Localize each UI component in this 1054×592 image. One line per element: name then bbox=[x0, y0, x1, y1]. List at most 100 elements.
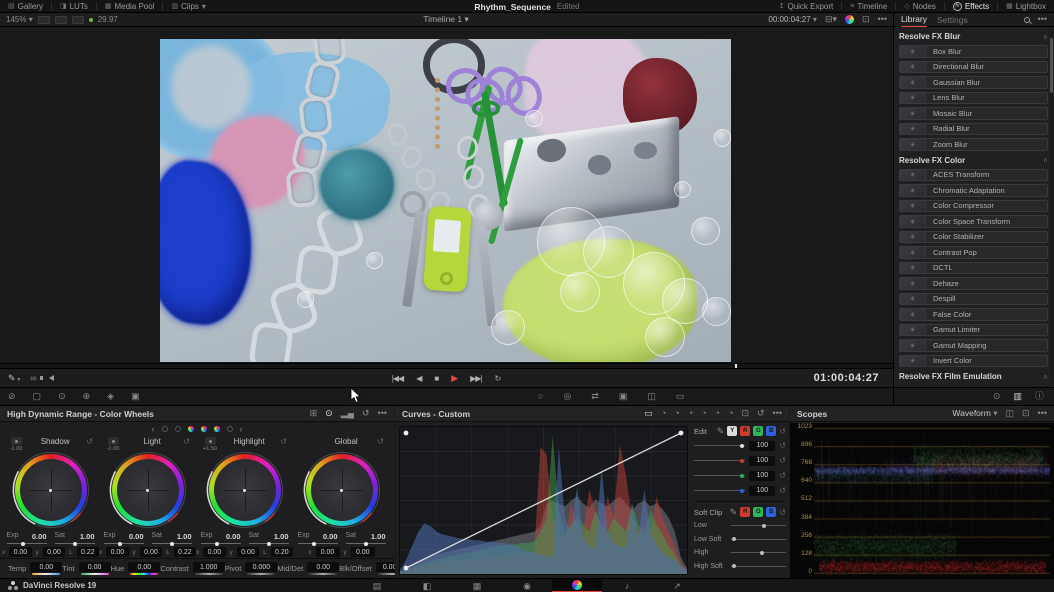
slider-handle[interactable] bbox=[740, 444, 744, 448]
stop-icon[interactable]: ■ bbox=[434, 374, 438, 383]
fx-item-aces-transform[interactable]: ◈ACES Transform bbox=[899, 169, 1048, 182]
fx-item-color-stabilizer[interactable]: ◈Color Stabilizer bbox=[899, 231, 1048, 244]
eye-icon[interactable]: ⊙ bbox=[993, 392, 1001, 401]
viewer-mode-button-3[interactable] bbox=[72, 16, 84, 24]
fx-item-gaussian-blur[interactable]: ◈Gaussian Blur bbox=[899, 76, 1048, 89]
sat-control[interactable]: Sat1.00 bbox=[55, 532, 95, 544]
fx-item-gamut-limiter[interactable]: ◈Gamut Limiter bbox=[899, 324, 1048, 337]
curve-sat-sat-icon[interactable]: ◔ bbox=[715, 409, 720, 418]
fx-item-radial-blur[interactable]: ◈Radial Blur bbox=[899, 123, 1048, 136]
letterbox-icon[interactable]: ▭ bbox=[676, 392, 685, 401]
slider-track[interactable] bbox=[694, 475, 745, 476]
wheels-prev-icon[interactable]: ‹ bbox=[152, 425, 155, 434]
slider-track[interactable] bbox=[731, 539, 786, 540]
library-scrollbar-thumb[interactable] bbox=[1050, 38, 1053, 93]
stills-icon[interactable]: ▣ bbox=[131, 392, 140, 401]
slider-handle[interactable] bbox=[170, 542, 174, 546]
wheel-reset-icon[interactable]: ↺ bbox=[86, 437, 93, 446]
top-button-gallery[interactable]: ▤Gallery bbox=[0, 0, 51, 12]
fx-item-gamut-mapping[interactable]: ◈Gamut Mapping bbox=[899, 339, 1048, 352]
viewer-options-icon[interactable]: ••• bbox=[878, 15, 887, 24]
slider-track[interactable] bbox=[694, 445, 745, 446]
wheel-reset-icon[interactable]: ↺ bbox=[377, 437, 384, 446]
slider-value-field[interactable]: 100 bbox=[749, 456, 775, 466]
hdr-options-icon[interactable]: ••• bbox=[378, 409, 387, 418]
y-value-field[interactable]: 0.00 bbox=[43, 547, 65, 557]
scope-expand-icon[interactable]: ⊡ bbox=[1022, 409, 1030, 418]
global-value-field[interactable]: 0.00 bbox=[30, 562, 62, 572]
library-section-header[interactable]: Resolve FX Film Emulation∧ bbox=[899, 370, 1048, 383]
tab-library[interactable]: Library bbox=[901, 12, 927, 28]
fx-item-lens-blur[interactable]: ◈Lens Blur bbox=[899, 92, 1048, 105]
wheel-center-handle[interactable] bbox=[49, 489, 52, 492]
step-back-icon[interactable]: ◀ bbox=[416, 374, 421, 383]
slider-track[interactable] bbox=[731, 566, 786, 567]
sat-control[interactable]: Sat1.00 bbox=[346, 532, 386, 544]
slider-handle[interactable] bbox=[312, 542, 316, 546]
tab-settings[interactable]: Settings bbox=[937, 13, 968, 27]
fx-item-directional-blur[interactable]: ◈Directional Blur bbox=[899, 61, 1048, 74]
exp-control[interactable]: Exp0.00 bbox=[298, 532, 338, 544]
top-button-nodes[interactable]: ◇Nodes bbox=[896, 0, 944, 12]
wheel-center-handle[interactable] bbox=[243, 489, 246, 492]
wheel-reset-icon[interactable]: ↺ bbox=[183, 437, 190, 446]
exp-control[interactable]: Exp0.00 bbox=[104, 532, 144, 544]
x-value-field[interactable]: 0.00 bbox=[106, 547, 128, 557]
wheel-page-dot-6[interactable] bbox=[227, 426, 233, 432]
add-wheel-icon[interactable]: ⊞ bbox=[310, 409, 318, 418]
top-button-lightbox[interactable]: ▦Lightbox bbox=[998, 0, 1054, 12]
target-icon[interactable]: ⊙ bbox=[325, 409, 333, 418]
slider-handle[interactable] bbox=[740, 489, 744, 493]
curves-options-icon[interactable]: ••• bbox=[773, 409, 782, 418]
wheel-page-dot-1[interactable] bbox=[162, 426, 168, 432]
y-value-field[interactable]: 0.00 bbox=[140, 547, 162, 557]
swap-icon[interactable]: ◫ bbox=[647, 392, 656, 401]
info-icon[interactable]: ⓘ bbox=[1035, 392, 1044, 401]
wheel-center-handle[interactable] bbox=[340, 489, 343, 492]
fx-item-mosaic-blur[interactable]: ◈Mosaic Blur bbox=[899, 107, 1048, 120]
slider-handle[interactable] bbox=[762, 524, 766, 528]
color-wheel[interactable] bbox=[109, 451, 187, 529]
library-section-header[interactable]: Resolve FX Color∧ bbox=[899, 154, 1048, 167]
global-value-field[interactable]: 0.000 bbox=[245, 562, 277, 572]
slider-handle[interactable] bbox=[740, 474, 744, 478]
y-value-field[interactable]: 0.00 bbox=[351, 547, 375, 557]
page-color[interactable] bbox=[552, 579, 602, 592]
exp-control[interactable]: Exp0.00 bbox=[201, 532, 241, 544]
split-icon[interactable]: ⇄ bbox=[591, 392, 599, 401]
wheel-page-dot-4[interactable] bbox=[201, 426, 207, 432]
mask-icon[interactable]: ○ bbox=[538, 392, 543, 401]
slider-handle[interactable] bbox=[732, 564, 736, 568]
play-icon[interactable]: ▶ bbox=[451, 373, 457, 384]
page-deliver[interactable]: ↗ bbox=[652, 579, 702, 592]
slider-reset-icon[interactable]: ↺ bbox=[779, 471, 786, 480]
tracker-icon[interactable]: ⊙ bbox=[58, 392, 66, 401]
viewer-image[interactable] bbox=[160, 39, 731, 362]
library-section-header[interactable]: Resolve FX Blur∧ bbox=[899, 30, 1048, 43]
top-button-timeline[interactable]: ≡Timeline bbox=[842, 0, 895, 12]
top-button-quick-export[interactable]: ↥Quick Export bbox=[771, 0, 842, 12]
slider-handle[interactable] bbox=[215, 542, 219, 546]
curve-hue-sat-icon[interactable]: ◔ bbox=[674, 409, 679, 418]
slider-handle[interactable] bbox=[73, 542, 77, 546]
top-button-media-pool[interactable]: ▦Media Pool bbox=[97, 0, 163, 12]
viewer-mode-button-2[interactable] bbox=[55, 16, 67, 24]
soft-channel-button-g[interactable]: G bbox=[753, 507, 763, 517]
search-icon[interactable] bbox=[1024, 17, 1030, 23]
wheel-page-dot-3[interactable] bbox=[188, 426, 194, 432]
global-value-field[interactable]: 0.00 bbox=[79, 562, 111, 572]
annotate-pencil-icon[interactable]: ✎ ▾ bbox=[8, 374, 20, 383]
slider-reset-icon[interactable]: ↺ bbox=[779, 456, 786, 465]
global-value-field[interactable]: 0.00 bbox=[307, 562, 339, 572]
expand-viewer-icon[interactable]: ⊡ bbox=[862, 15, 870, 24]
scope-mode-select[interactable]: Waveform ▾ bbox=[952, 408, 997, 419]
soft-channel-button-b[interactable]: B bbox=[766, 507, 776, 517]
color-wheel[interactable] bbox=[303, 451, 381, 529]
color-viewer-icon[interactable] bbox=[845, 15, 854, 24]
render-cache-icon[interactable]: ⊟▾ bbox=[825, 15, 837, 24]
soft-reset-icon[interactable]: ↺ bbox=[779, 508, 786, 517]
channel-button-g[interactable]: G bbox=[753, 426, 763, 436]
transform-icon[interactable]: ▢ bbox=[33, 392, 42, 401]
fx-item-dctl[interactable]: ◈DCTL bbox=[899, 262, 1048, 275]
x-value-field[interactable]: 0.00 bbox=[203, 547, 225, 557]
